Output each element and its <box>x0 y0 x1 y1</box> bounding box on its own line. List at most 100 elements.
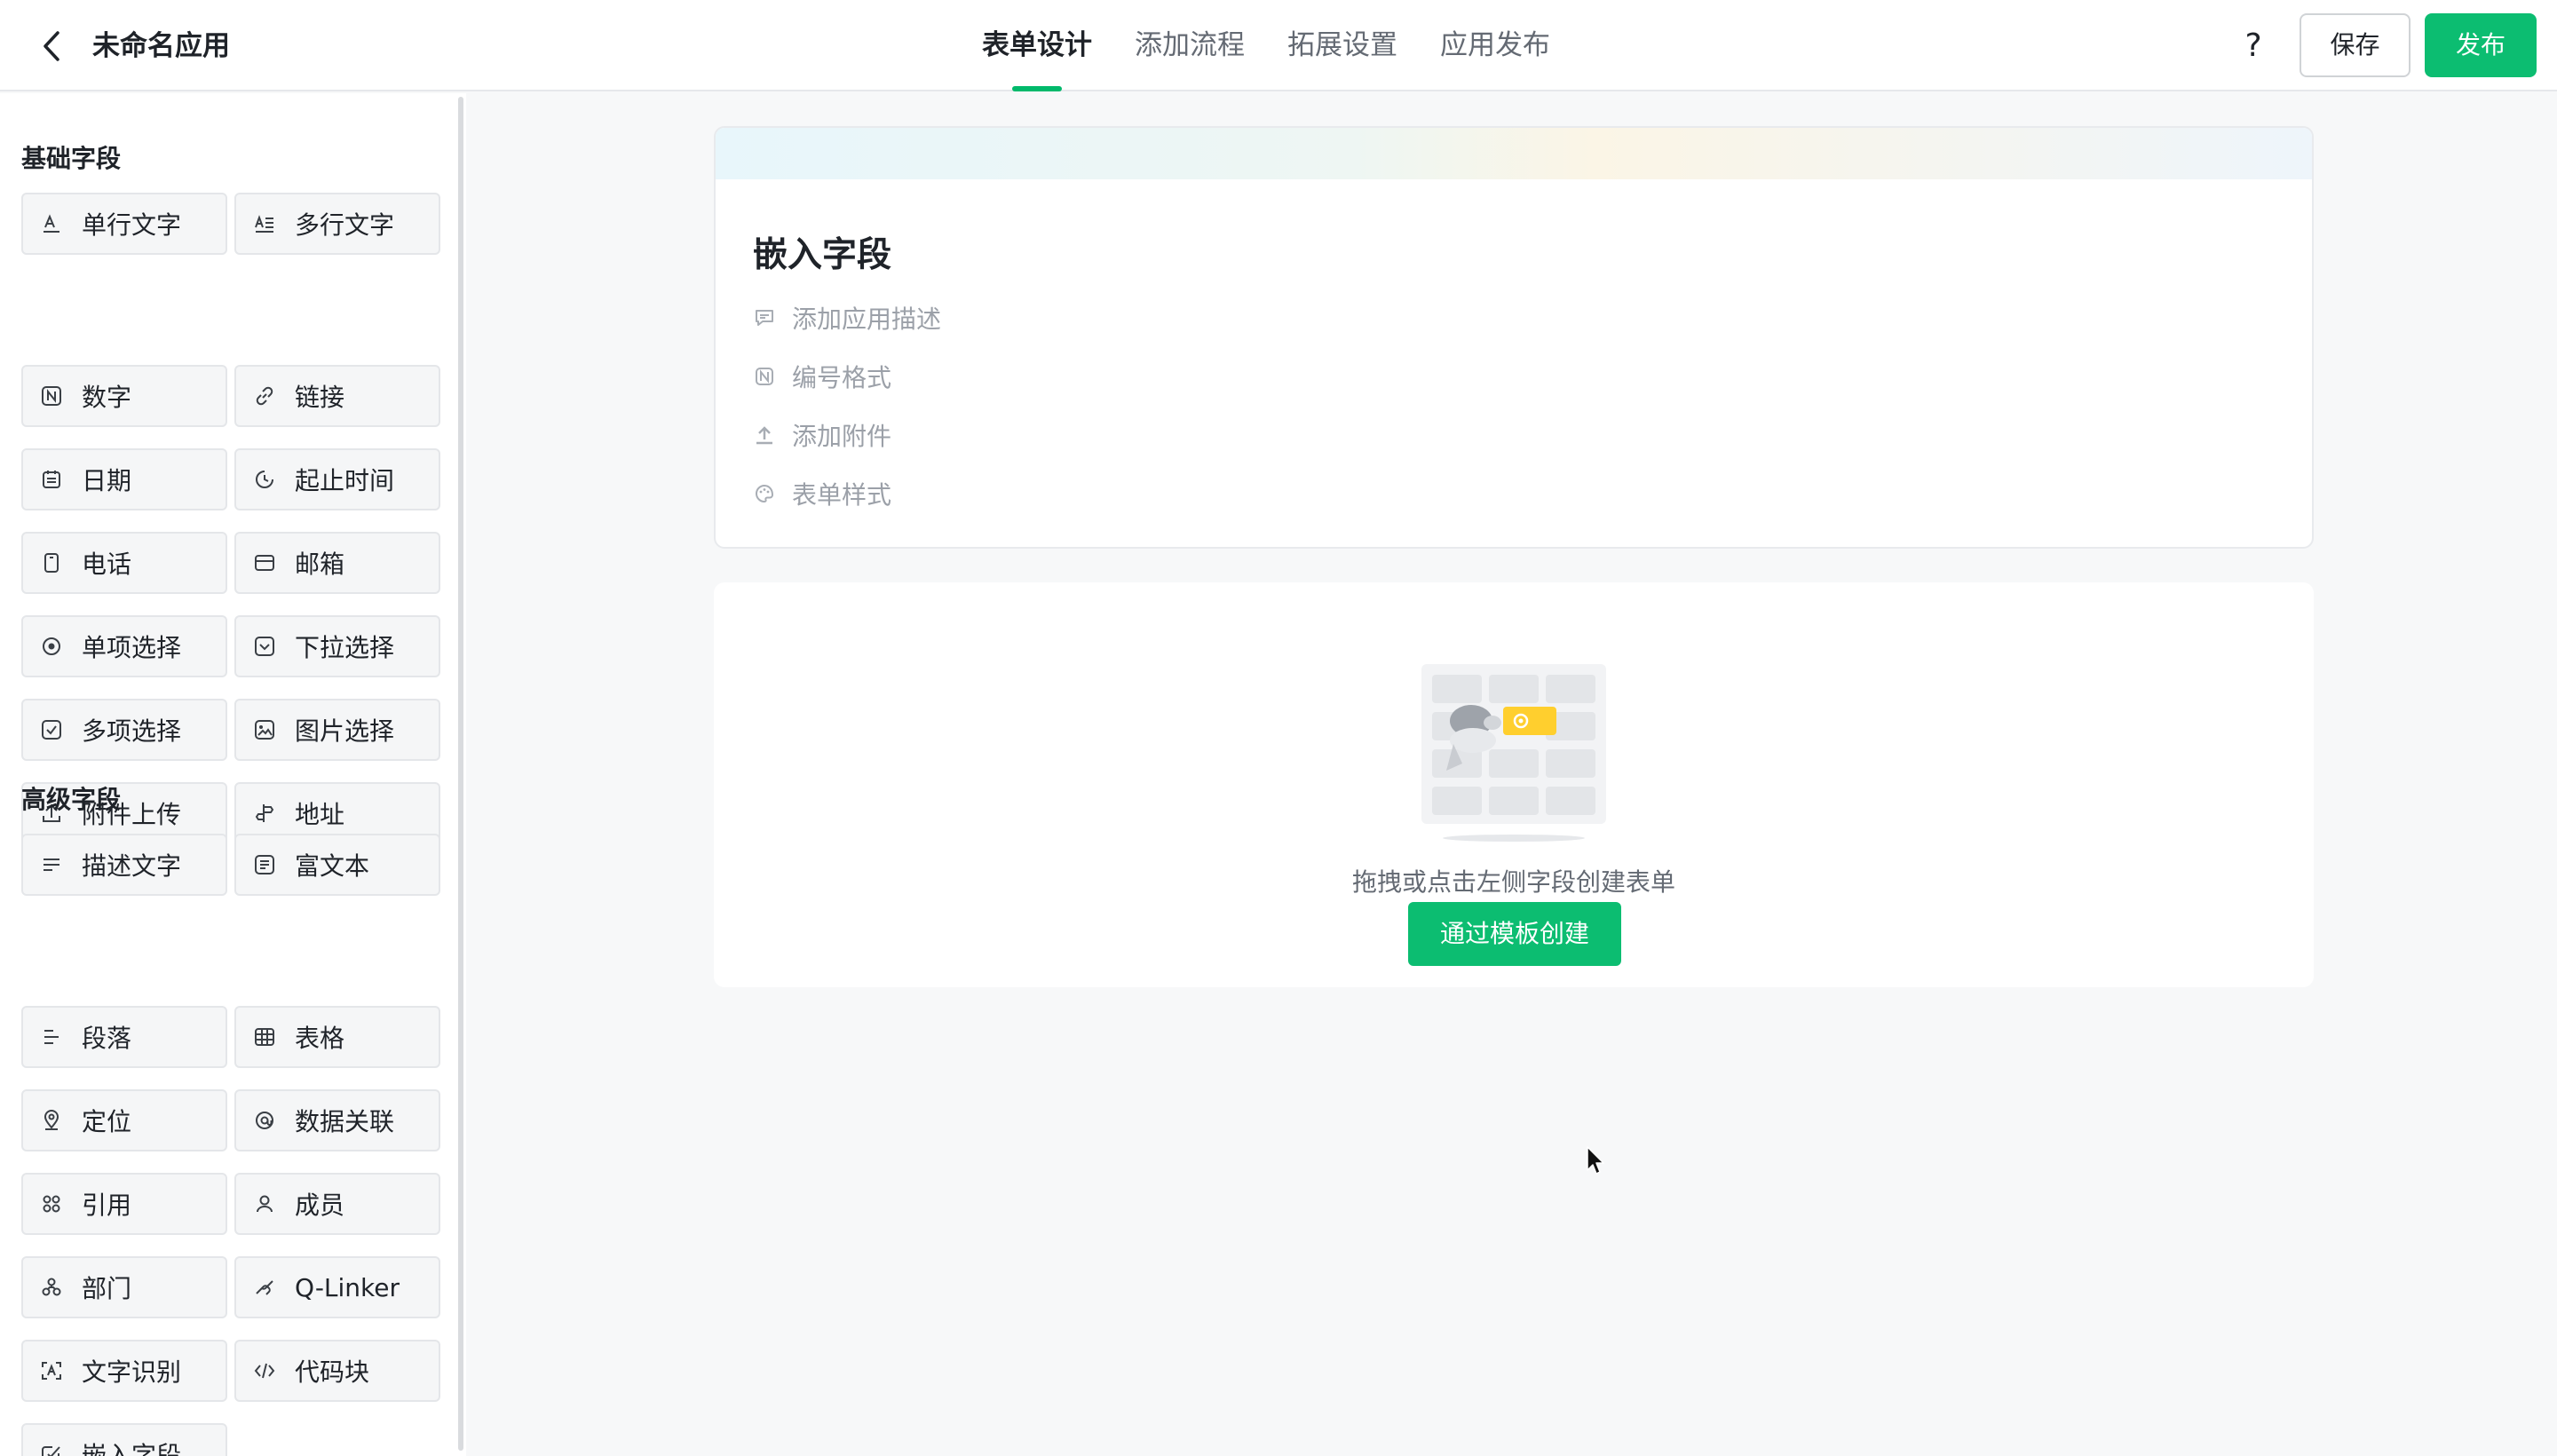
code-icon <box>252 1358 277 1383</box>
link-icon <box>252 384 277 408</box>
field-label: 富文本 <box>295 851 370 881</box>
upload-icon <box>753 423 776 447</box>
tab-extension-settings[interactable]: 拓展设置 <box>1287 0 1397 91</box>
basic-fields-title: 基础字段 <box>21 144 122 173</box>
form-header-card: 嵌入字段 添加应用描述 编号格式 添加附件 表单样式 <box>714 126 2314 549</box>
field-phone[interactable]: 电话 <box>21 532 227 594</box>
checkbox-icon <box>39 717 64 742</box>
data-link-icon <box>252 1108 277 1133</box>
field-label: 多项选择 <box>82 716 182 746</box>
field-label: Q-Linker <box>295 1272 400 1302</box>
field-label: 数字 <box>82 383 132 412</box>
field-label: 代码块 <box>295 1357 370 1387</box>
tab-form-design[interactable]: 表单设计 <box>982 0 1092 91</box>
field-multi-select[interactable]: 多项选择 <box>21 699 227 761</box>
number-format-option[interactable]: 编号格式 <box>753 359 891 394</box>
sidebar-scrollbar[interactable] <box>458 97 463 1451</box>
field-label: 日期 <box>82 466 132 495</box>
field-member[interactable]: 成员 <box>234 1173 440 1235</box>
dropdown-icon <box>252 634 277 659</box>
field-label: 下拉选择 <box>295 633 395 662</box>
field-link[interactable]: 链接 <box>234 365 440 427</box>
form-canvas-empty-state[interactable]: 拖拽或点击左侧字段创建表单 通过模板创建 <box>714 582 2314 987</box>
field-label: 图片选择 <box>295 716 395 746</box>
help-icon: ? <box>2244 28 2262 64</box>
field-label: 引用 <box>82 1191 132 1220</box>
chevron-left-icon <box>44 31 59 61</box>
tab-app-publish[interactable]: 应用发布 <box>1440 0 1550 91</box>
save-button[interactable]: 保存 <box>2300 13 2411 77</box>
multi-line-text-icon <box>252 211 277 236</box>
field-single-line-text[interactable]: 单行文字 <box>21 193 227 255</box>
field-palette-sidebar: 基础字段 单行文字 多行文字 数字 链接 日期 起止时间 电话 邮箱 单项选择 … <box>0 93 466 1456</box>
field-label: 段落 <box>82 1024 132 1053</box>
field-date[interactable]: 日期 <box>21 448 227 510</box>
option-label: 表单样式 <box>792 480 892 510</box>
tab-label: 应用发布 <box>1440 29 1550 61</box>
field-label: 多行文字 <box>295 210 395 240</box>
field-rich-text[interactable]: 富文本 <box>234 834 440 896</box>
field-label: 部门 <box>82 1274 132 1303</box>
rich-text-icon <box>252 852 277 877</box>
field-paragraph[interactable]: 段落 <box>21 1006 227 1068</box>
top-bar: 未命名应用 表单设计 添加流程 拓展设置 应用发布 ? 保存 发布 <box>0 0 2557 91</box>
field-description-text[interactable]: 描述文字 <box>21 834 227 896</box>
department-icon <box>39 1275 64 1300</box>
form-title[interactable]: 嵌入字段 <box>753 227 891 277</box>
field-dropdown-select[interactable]: 下拉选择 <box>234 615 440 677</box>
tab-label: 拓展设置 <box>1287 29 1397 61</box>
field-label: 单项选择 <box>82 633 182 662</box>
field-department[interactable]: 部门 <box>21 1256 227 1318</box>
option-label: 添加应用描述 <box>792 305 942 334</box>
form-style-option[interactable]: 表单样式 <box>753 476 891 511</box>
field-label: 描述文字 <box>82 851 182 881</box>
field-label: 链接 <box>295 383 345 412</box>
tab-bar: 表单设计 添加流程 拓展设置 应用发布 <box>982 0 1593 91</box>
mail-icon <box>252 550 277 575</box>
comment-icon <box>753 306 776 329</box>
field-number[interactable]: 数字 <box>21 365 227 427</box>
field-location[interactable]: 定位 <box>21 1089 227 1151</box>
palette-icon <box>753 482 776 505</box>
create-from-template-button[interactable]: 通过模板创建 <box>1408 902 1621 966</box>
field-label: 地址 <box>295 800 345 829</box>
field-multi-line-text[interactable]: 多行文字 <box>234 193 440 255</box>
help-button[interactable]: ? <box>2234 25 2273 67</box>
field-reference[interactable]: 引用 <box>21 1173 227 1235</box>
image-icon <box>252 717 277 742</box>
paragraph-icon <box>39 1025 64 1049</box>
field-mail[interactable]: 邮箱 <box>234 532 440 594</box>
option-label: 编号格式 <box>792 363 892 392</box>
field-table[interactable]: 表格 <box>234 1006 440 1068</box>
field-data-link[interactable]: 数据关联 <box>234 1089 440 1151</box>
table-icon <box>252 1025 277 1049</box>
field-label: 定位 <box>82 1107 132 1136</box>
field-time-range[interactable]: 起止时间 <box>234 448 440 510</box>
publish-button[interactable]: 发布 <box>2425 13 2537 77</box>
field-embed[interactable]: 嵌入字段 <box>21 1423 227 1456</box>
tab-add-process[interactable]: 添加流程 <box>1135 0 1245 91</box>
field-label: 嵌入字段 <box>82 1441 182 1456</box>
ocr-icon <box>39 1358 64 1383</box>
field-label: 单行文字 <box>82 210 182 240</box>
back-button[interactable] <box>32 27 71 66</box>
form-banner <box>716 128 2312 179</box>
field-single-select[interactable]: 单项选择 <box>21 615 227 677</box>
add-attachment-option[interactable]: 添加附件 <box>753 417 891 453</box>
field-image-select[interactable]: 图片选择 <box>234 699 440 761</box>
field-q-linker[interactable]: Q-Linker <box>234 1256 440 1318</box>
embed-icon <box>39 1442 64 1456</box>
add-app-description-option[interactable]: 添加应用描述 <box>753 300 941 336</box>
field-ocr[interactable]: 文字识别 <box>21 1340 227 1402</box>
empty-form-illustration <box>1421 664 1606 842</box>
address-icon <box>252 801 277 826</box>
empty-hint-text: 拖拽或点击左侧字段创建表单 <box>1351 867 1675 897</box>
field-label: 表格 <box>295 1024 345 1053</box>
single-line-text-icon <box>39 211 64 236</box>
field-code-block[interactable]: 代码块 <box>234 1340 440 1402</box>
number-icon <box>39 384 64 408</box>
field-label: 数据关联 <box>295 1107 395 1136</box>
description-icon <box>39 852 64 877</box>
option-label: 添加附件 <box>792 422 892 451</box>
member-icon <box>252 1191 277 1216</box>
